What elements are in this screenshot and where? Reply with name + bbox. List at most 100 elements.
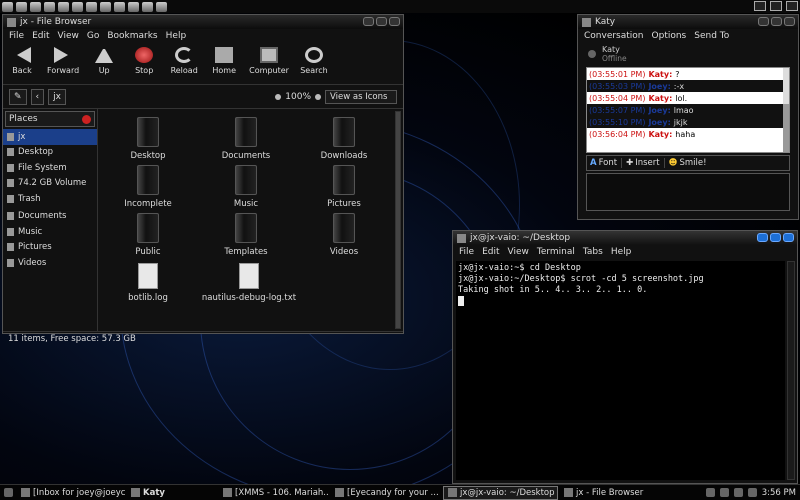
file-item[interactable]: nautilus-debug-log.txt [201,263,297,303]
clock[interactable]: 3:56 PM [762,488,796,498]
maximize-button[interactable] [770,233,781,242]
launcher-icon[interactable] [128,1,139,12]
taskbar-button[interactable]: [Eyecandy for your ... [331,486,441,500]
view-mode-select[interactable]: View as Icons [325,89,397,104]
place-jx[interactable]: jx [3,129,97,145]
path-button-jx[interactable]: jx [48,88,66,105]
bookmark-documents[interactable]: Documents [3,209,97,225]
workspace-switcher-icon[interactable] [770,1,782,11]
up-button[interactable]: Up [89,47,119,75]
battery-icon[interactable] [747,488,757,497]
workspace-switcher-icon[interactable] [786,1,798,11]
scrollbar-thumb[interactable] [396,112,400,328]
zoom-level[interactable]: 100% [285,92,311,102]
show-desktop-icon[interactable] [4,488,13,497]
message-input[interactable] [586,173,790,211]
file-item[interactable]: Music [201,165,291,209]
maximize-button[interactable] [376,17,387,26]
file-browser-titlebar[interactable]: jx - File Browser [3,15,403,29]
file-item[interactable]: Desktop [103,117,193,161]
launcher-icon[interactable] [44,1,55,12]
minimize-button[interactable] [757,233,768,242]
close-button[interactable] [389,17,400,26]
terminal-output[interactable]: jx@jx-vaio:~$ cd Desktop jx@jx-vaio:~/Des… [456,261,785,480]
launcher-icon[interactable] [156,1,167,12]
menu-view[interactable]: View [58,31,79,41]
reload-button[interactable]: Reload [169,47,199,75]
zoom-in-icon[interactable] [315,93,321,100]
file-item[interactable]: Documents [201,117,291,161]
menu-conversation[interactable]: Conversation [584,31,644,41]
file-item[interactable]: Incomplete [103,165,193,209]
menu-edit[interactable]: Edit [482,247,499,257]
launcher-icon[interactable] [100,1,111,12]
maximize-button[interactable] [771,17,782,26]
menu-tabs[interactable]: Tabs [583,247,603,257]
close-sidebar-icon[interactable] [82,114,91,124]
network-icon[interactable] [719,488,729,497]
launcher-icon[interactable] [142,1,153,12]
search-button[interactable]: Search [299,47,329,75]
vertical-scrollbar[interactable] [783,68,789,152]
smile-button[interactable]: ☻ Smile! [669,158,711,168]
launcher-icon[interactable] [58,1,69,12]
place-trash[interactable]: Trash [3,191,97,207]
taskbar-button[interactable]: [XMMS - 106. Mariah... [219,486,329,500]
minimize-button[interactable] [758,17,769,26]
menu-go[interactable]: Go [87,31,99,41]
launcher-icon[interactable] [72,1,83,12]
file-item[interactable]: Downloads [299,117,389,161]
minimize-button[interactable] [363,17,374,26]
menu-bookmarks[interactable]: Bookmarks [107,31,157,41]
launcher-icon[interactable] [30,1,41,12]
file-item[interactable]: Templates [201,213,291,257]
trash-applet-icon[interactable] [754,1,766,11]
close-button[interactable] [784,17,795,26]
menu-edit[interactable]: Edit [32,31,49,41]
scrollbar-thumb[interactable] [783,104,789,152]
volume-icon[interactable] [733,488,743,497]
path-back-button[interactable]: ‹ [30,88,45,105]
menu-terminal[interactable]: Terminal [537,247,575,257]
launcher-icon[interactable] [2,1,13,12]
menu-help[interactable]: Help [611,247,632,257]
bookmark-videos[interactable]: Videos [3,255,97,271]
close-button[interactable] [783,233,794,242]
place-volume[interactable]: 74.2 GB Volume [3,176,97,192]
place-file-system[interactable]: File System [3,160,97,176]
taskbar-button[interactable]: jx@jx-vaio: ~/Desktop [443,485,558,500]
bookmark-music[interactable]: Music [3,224,97,240]
taskbar-button[interactable]: jx - File Browser [560,486,660,500]
bluetooth-icon[interactable] [705,488,715,497]
forward-button[interactable]: Forward [47,47,79,75]
file-item[interactable]: Public [103,213,193,257]
file-item[interactable]: Videos [299,213,389,257]
vertical-scrollbar[interactable] [395,111,401,329]
back-button[interactable]: Back [7,47,37,75]
place-desktop[interactable]: Desktop [3,145,97,161]
insert-button[interactable]: ✚ Insert [626,158,665,168]
menu-file[interactable]: File [459,247,474,257]
vertical-scrollbar[interactable] [787,261,795,480]
font-button[interactable]: A Font [590,158,623,168]
zoom-out-icon[interactable] [275,93,282,100]
terminal-titlebar[interactable]: jx@jx-vaio: ~/Desktop [453,231,797,245]
menu-file[interactable]: File [9,31,24,41]
bookmark-pictures[interactable]: Pictures [3,240,97,256]
taskbar-button[interactable]: Katy [127,486,217,500]
menu-view[interactable]: View [508,247,529,257]
launcher-icon[interactable] [86,1,97,12]
toggle-location-button[interactable]: ✎ [9,88,27,105]
file-item[interactable]: botlib.log [103,263,193,303]
stop-button[interactable]: Stop [129,47,159,75]
launcher-icon[interactable] [16,1,27,12]
menu-send-to[interactable]: Send To [694,31,729,41]
places-selector[interactable]: Places [5,111,95,127]
chat-titlebar[interactable]: Katy [578,15,798,29]
launcher-icon[interactable] [114,1,125,12]
computer-button[interactable]: Computer [249,47,289,75]
menu-help[interactable]: Help [166,31,187,41]
file-item[interactable]: Pictures [299,165,389,209]
taskbar-button[interactable]: [Inbox for joey@joeyc... [17,486,125,500]
home-button[interactable]: Home [209,47,239,75]
